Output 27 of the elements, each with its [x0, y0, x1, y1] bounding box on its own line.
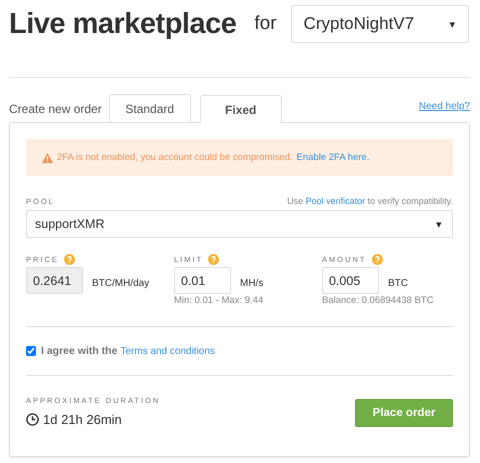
pool-select[interactable]: supportXMR ▾: [26, 210, 453, 238]
help-icon[interactable]: [64, 254, 75, 265]
help-icon[interactable]: [372, 254, 382, 265]
duration-value: 1d 21h 26min: [43, 412, 122, 427]
number-field[interactable]: 0.005: [322, 267, 379, 294]
page-title: Live marketplace: [9, 8, 236, 40]
for-label: for: [254, 13, 277, 35]
caret-icon: ▾: [450, 18, 456, 30]
field-note: Balance: 0.06894438 BTC: [322, 295, 434, 306]
clock-icon: [26, 413, 39, 426]
warning-icon: [42, 152, 53, 162]
pool-hint: Use Pool verificator to verify compatibility.: [287, 196, 453, 206]
help-icon[interactable]: [208, 254, 220, 265]
field-note: Min: 0.01 - Max: 9.44: [174, 295, 264, 306]
algorithm-select[interactable]: CryptoNightV7 ▾: [290, 5, 469, 43]
create-order-label: Create new order: [9, 102, 102, 118]
help-link[interactable]: Need help?: [418, 101, 470, 122]
warning-text: 2FA is not enabled, you account could be compromised.: [57, 152, 293, 163]
unit-label: BTC/MH/day: [92, 278, 150, 288]
number-field[interactable]: 0.01: [174, 267, 231, 294]
unit-label: BTC: [388, 278, 408, 288]
agree-checkbox[interactable]: [26, 346, 36, 356]
agree-text: I agree with the: [41, 345, 118, 357]
order-tab[interactable]: Standard: [108, 94, 191, 122]
order-tab[interactable]: Fixed: [200, 95, 282, 123]
caret-icon: ▾: [436, 218, 442, 230]
unit-label: MH/s: [240, 278, 264, 288]
